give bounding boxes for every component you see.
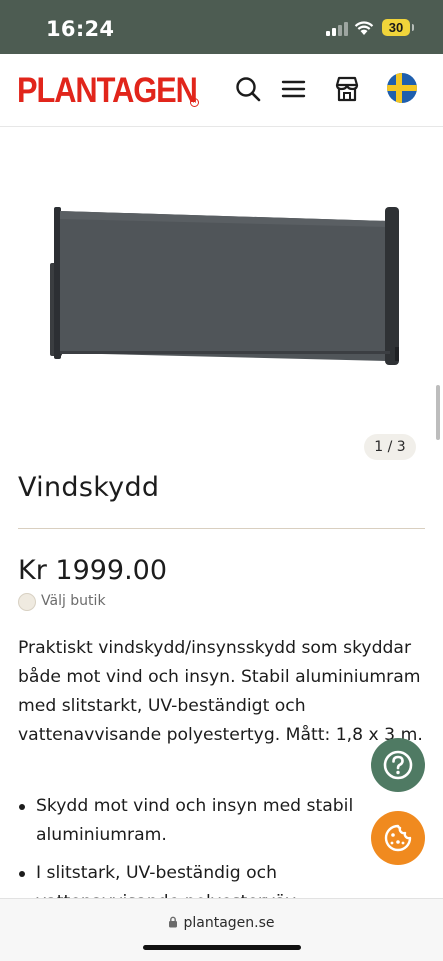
store-label[interactable]: Välj butik — [41, 593, 106, 609]
feature-item: Skydd mot vind och insyn med stabil alum… — [18, 792, 378, 850]
plantagen-logo[interactable]: PLANTAGEN — [17, 71, 198, 111]
browser-address-bar[interactable]: plantagen.se — [0, 898, 443, 961]
cellular-signal-icon — [326, 22, 348, 36]
windscreen-left-pole — [54, 207, 61, 359]
battery-icon: 30 — [382, 19, 410, 36]
status-time: 16:24 — [46, 17, 115, 41]
question-icon — [383, 750, 413, 780]
store-radio-icon[interactable] — [18, 593, 36, 611]
sweden-flag-icon[interactable] — [387, 73, 417, 103]
store-icon[interactable] — [333, 75, 361, 103]
product-image[interactable] — [0, 127, 443, 467]
page-scrollbar[interactable] — [436, 385, 440, 440]
wifi-icon — [354, 21, 374, 35]
windscreen-fabric — [60, 211, 388, 361]
registered-mark-icon: R — [190, 98, 199, 107]
divider — [18, 528, 425, 529]
cookie-settings-button[interactable] — [371, 811, 425, 865]
menu-icon[interactable] — [280, 75, 308, 103]
browser-url[interactable]: plantagen.se — [183, 915, 274, 931]
windscreen-image — [50, 207, 399, 365]
windscreen-cassette — [385, 207, 399, 365]
product-description: Praktiskt vindskydd/insynsskydd som skyd… — [18, 638, 423, 745]
product-title: Vindskydd — [18, 472, 160, 503]
gallery-counter: 1 / 3 — [364, 434, 416, 460]
search-icon[interactable] — [234, 75, 262, 103]
product-price: Kr 1999.00 — [18, 555, 168, 586]
cookie-icon — [384, 824, 412, 852]
help-button[interactable] — [371, 738, 425, 792]
lock-icon — [169, 916, 178, 928]
home-indicator[interactable] — [143, 945, 301, 950]
status-bar: 16:24 30 — [0, 0, 443, 54]
site-header: PLANTAGEN R — [0, 54, 443, 127]
battery-tip — [412, 24, 414, 31]
